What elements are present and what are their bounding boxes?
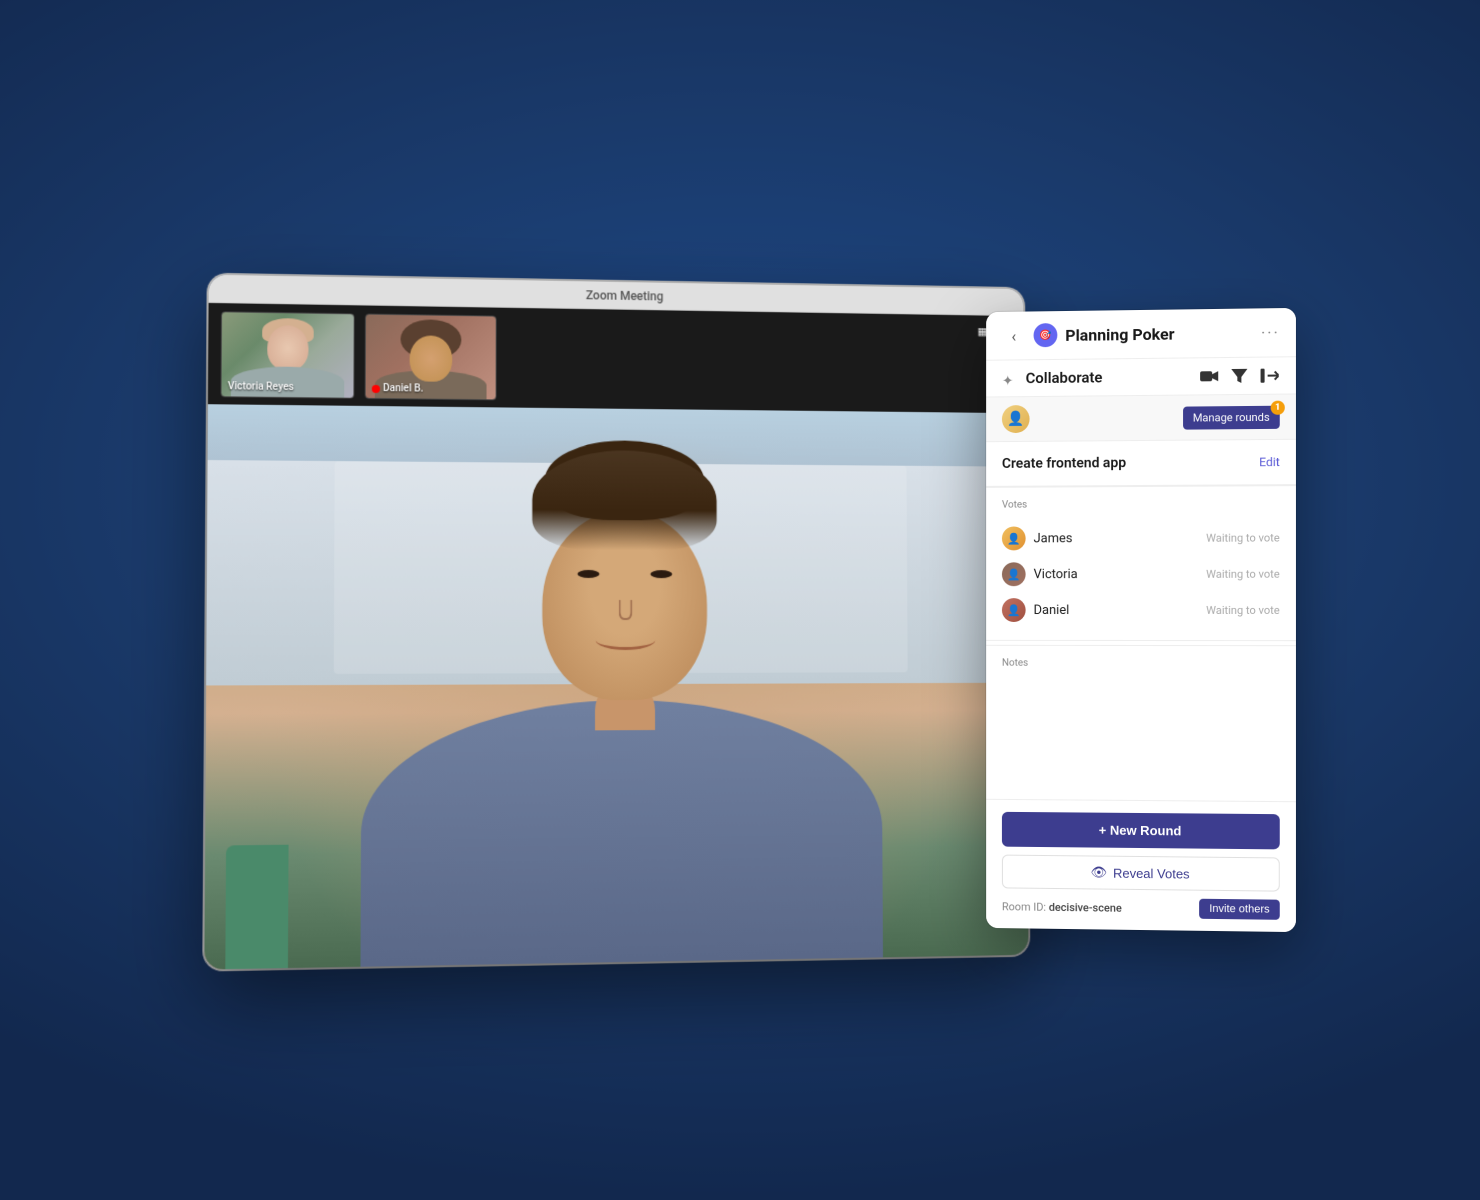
- avatar-victoria-icon: 👤: [1007, 568, 1021, 581]
- monitor-frame: Zoom Meeting Victoria Reyes: [204, 275, 1028, 970]
- room-id-value: decisive-scene: [1049, 900, 1122, 914]
- divider-2: [986, 640, 1296, 641]
- votes-label: Votes: [1002, 498, 1280, 510]
- user-avatar: 👤: [1002, 405, 1030, 433]
- person-mouth: [595, 630, 655, 650]
- panel-logo: 🎯: [1034, 323, 1058, 347]
- avatar-james-icon: 👤: [1007, 532, 1021, 545]
- person-eye-left: [577, 570, 599, 578]
- planning-poker-panel: ‹ 🎯 Planning Poker ··· Collaborate: [986, 308, 1296, 932]
- participant-thumb-1: Victoria Reyes: [220, 311, 354, 399]
- panel-header: ‹ 🎯 Planning Poker ···: [986, 308, 1296, 361]
- invite-label: Invite others: [1209, 903, 1269, 916]
- new-round-button[interactable]: + New Round: [1002, 812, 1280, 850]
- invite-others-button[interactable]: Invite others: [1199, 899, 1280, 920]
- back-icon: ‹: [1011, 326, 1016, 345]
- person-hair: [532, 450, 717, 551]
- votes-section: Votes 👤 James Waiting to vote 👤 Victor: [986, 486, 1296, 640]
- manage-rounds-button[interactable]: Manage rounds 1: [1183, 405, 1280, 429]
- collaborate-bar: Collaborate: [986, 357, 1296, 397]
- edit-button[interactable]: Edit: [1259, 455, 1280, 469]
- collaborate-left: Collaborate: [1002, 368, 1103, 387]
- reveal-votes-label: Reveal Votes: [1113, 865, 1190, 881]
- sofa-left: [225, 845, 288, 969]
- vote-status-james: Waiting to vote: [1206, 531, 1280, 544]
- main-video: [204, 404, 1028, 969]
- vote-person-left-victoria: 👤 Victoria: [1002, 562, 1078, 586]
- room-id-row: Room ID: decisive-scene Invite others: [1002, 896, 1280, 919]
- toolbar-icons: [1199, 365, 1280, 386]
- more-options-button[interactable]: ···: [1261, 323, 1280, 342]
- participant-face-1: [267, 325, 308, 371]
- participant-name-1: Victoria Reyes: [228, 381, 294, 393]
- manage-rounds-bar: 👤 Manage rounds 1: [986, 394, 1296, 442]
- person-body: [361, 699, 883, 967]
- vote-status-victoria: Waiting to vote: [1206, 567, 1280, 580]
- vote-item-victoria: 👤 Victoria Waiting to vote: [1002, 556, 1280, 593]
- new-round-label: + New Round: [1099, 823, 1182, 839]
- filter-icon[interactable]: [1229, 366, 1249, 386]
- story-bar: Create frontend app Edit: [986, 440, 1296, 487]
- voter-name-daniel: Daniel: [1034, 603, 1070, 618]
- collaborate-label: Collaborate: [1026, 368, 1103, 387]
- room-id-label: Room ID: decisive-scene: [1002, 900, 1122, 914]
- participant-thumb-2: Daniel B.: [365, 314, 497, 401]
- avatar-victoria: 👤: [1002, 562, 1026, 586]
- muted-icon: [372, 384, 380, 392]
- story-title: Create frontend app: [1002, 455, 1126, 472]
- avatar-daniel: 👤: [1002, 598, 1026, 622]
- avatar-james: 👤: [1002, 526, 1026, 550]
- avatar-daniel-icon: 👤: [1007, 604, 1021, 617]
- participant-bar: Victoria Reyes Daniel B. ▦: [208, 303, 1024, 413]
- participant-name-2: Daniel B.: [372, 383, 423, 395]
- collaborate-icon: [1002, 370, 1018, 386]
- titlebar-text: Zoom Meeting: [586, 288, 664, 303]
- vote-item-daniel: 👤 Daniel Waiting to vote: [1002, 592, 1280, 628]
- logo-icon: 🎯: [1039, 330, 1051, 341]
- manage-rounds-label: Manage rounds: [1193, 410, 1270, 424]
- eye-icon: 👁: [1091, 864, 1107, 880]
- participant-face-2: [410, 335, 453, 382]
- vote-person-left-daniel: 👤 Daniel: [1002, 598, 1069, 622]
- voter-name-victoria: Victoria: [1034, 567, 1078, 582]
- reveal-votes-button[interactable]: 👁 Reveal Votes: [1002, 855, 1280, 892]
- notes-section: Notes: [986, 645, 1296, 722]
- collapse-icon[interactable]: [1260, 365, 1280, 385]
- back-button[interactable]: ‹: [1002, 323, 1026, 347]
- notes-content[interactable]: [1002, 669, 1280, 710]
- person-nose: [618, 600, 632, 620]
- avatar-icon: 👤: [1007, 411, 1024, 427]
- person-eye-right: [650, 570, 672, 578]
- video-icon[interactable]: [1199, 366, 1219, 386]
- notes-label: Notes: [1002, 658, 1280, 670]
- voter-name-james: James: [1034, 531, 1073, 546]
- zoom-content: Victoria Reyes Daniel B. ▦: [204, 303, 1028, 970]
- vote-item-james: 👤 James Waiting to vote: [1002, 519, 1280, 556]
- panel-title: Planning Poker: [1065, 324, 1174, 344]
- panel-header-left: ‹ 🎯 Planning Poker: [1002, 322, 1175, 348]
- vote-status-daniel: Waiting to vote: [1206, 603, 1280, 616]
- rounds-badge: 1: [1271, 400, 1285, 414]
- vote-person-left-james: 👤 James: [1002, 526, 1073, 550]
- action-section: + New Round 👁 Reveal Votes Room ID: deci…: [986, 799, 1296, 932]
